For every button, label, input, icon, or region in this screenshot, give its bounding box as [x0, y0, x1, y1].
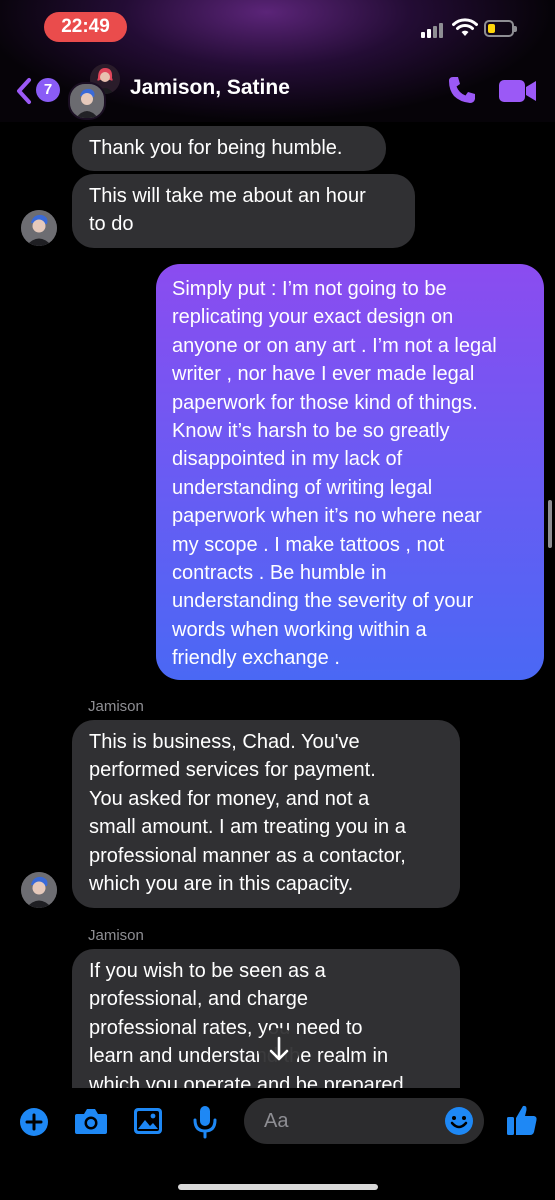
sender-name: Jamison: [88, 927, 144, 944]
message-input[interactable]: Aa: [244, 1098, 484, 1144]
message-bubble-outgoing[interactable]: Simply put : I’m not going to be replica…: [156, 264, 544, 680]
conversation-header: 7 Jamison, Satine: [0, 54, 555, 122]
unread-badge: 7: [36, 78, 60, 102]
plus-icon[interactable]: [19, 1107, 49, 1137]
microphone-icon[interactable]: [192, 1105, 218, 1139]
back-button[interactable]: 7: [14, 76, 64, 106]
message-input-placeholder: Aa: [264, 1110, 289, 1132]
status-time: 22:49: [44, 12, 127, 42]
emoji-icon[interactable]: [444, 1106, 474, 1136]
arrow-down-icon: [269, 1036, 289, 1061]
battery-icon: [484, 20, 517, 37]
sender-name: Jamison: [88, 698, 144, 715]
thumbs-up-icon[interactable]: [505, 1103, 539, 1137]
camera-icon[interactable]: [74, 1107, 108, 1135]
message-bubble-incoming[interactable]: This will take me about an hour to do: [72, 174, 415, 248]
signal-icon: [421, 22, 445, 38]
status-bar: 22:49: [0, 0, 555, 54]
avatar-jamison: [68, 82, 106, 120]
back-chevron-icon: [17, 78, 31, 104]
top-bar: 22:49 7 Jamison, Satine: [0, 0, 555, 122]
scroll-indicator[interactable]: [548, 500, 552, 548]
jump-to-latest-button[interactable]: [258, 1028, 300, 1070]
video-camera-icon[interactable]: [498, 78, 538, 104]
message-bubble-incoming[interactable]: This is business, Chad. You've performed…: [72, 720, 460, 908]
group-avatar[interactable]: [68, 64, 124, 120]
home-indicator[interactable]: [178, 1184, 378, 1190]
conversation-title[interactable]: Jamison, Satine: [130, 76, 290, 100]
wifi-icon: [452, 18, 478, 36]
photo-icon[interactable]: [133, 1107, 163, 1135]
composer-bar: Aa: [0, 1088, 555, 1200]
avatar-jamison[interactable]: [21, 872, 57, 908]
avatar-jamison[interactable]: [21, 210, 57, 246]
phone-icon[interactable]: [446, 74, 478, 106]
message-bubble-incoming[interactable]: Thank you for being humble.: [72, 126, 386, 171]
message-thread[interactable]: Thank you for being humble. This will ta…: [0, 122, 555, 1088]
